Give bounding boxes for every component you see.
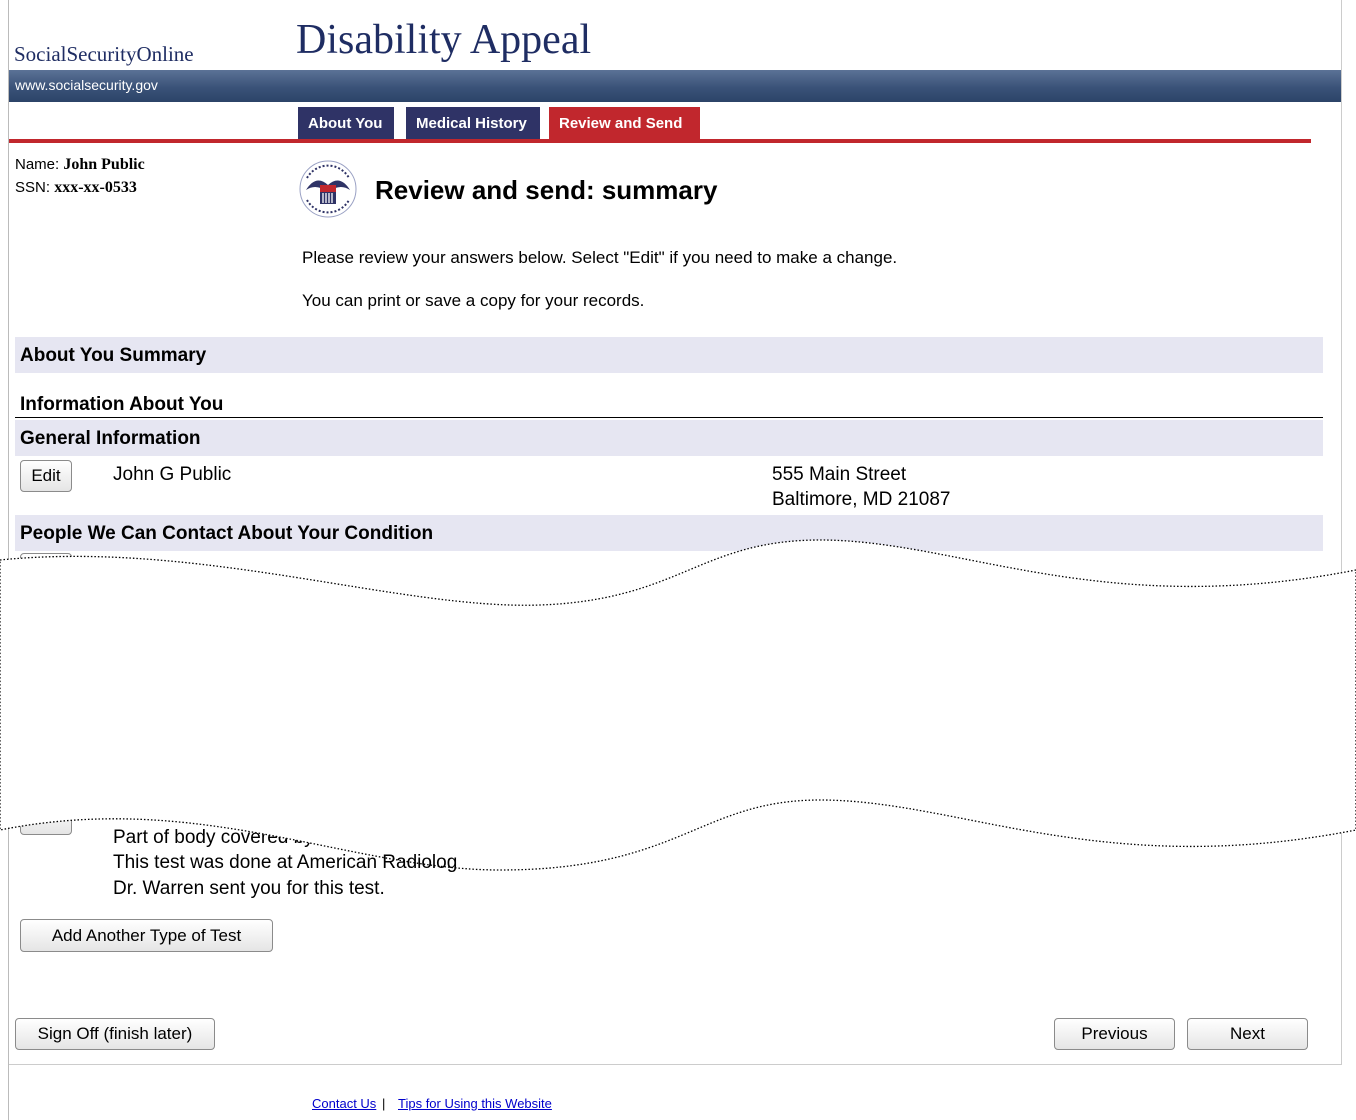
footer-separator: | bbox=[382, 1096, 386, 1111]
test-referral-line: Dr. Warren sent you for this test. bbox=[113, 878, 385, 899]
tab-underline bbox=[9, 139, 1311, 143]
address-line-2: Baltimore, MD 21087 bbox=[772, 489, 951, 510]
name-label: Name: bbox=[15, 156, 60, 173]
applicant-ssn: SSN: xxx-xx-0533 bbox=[15, 179, 137, 197]
site-brand[interactable]: SocialSecurityOnline bbox=[14, 42, 194, 67]
test-location-line: This test was done at American Radiolog bbox=[113, 852, 458, 873]
footer-divider bbox=[9, 1064, 1342, 1065]
tab-review-and-send[interactable]: Review and Send bbox=[549, 107, 700, 139]
site-url: www.socialsecurity.gov bbox=[15, 77, 158, 93]
section-band-about-you: About You Summary bbox=[15, 337, 1323, 373]
add-another-test-button[interactable]: Add Another Type of Test bbox=[20, 919, 273, 952]
tab-medical-history[interactable]: Medical History bbox=[406, 107, 540, 139]
address-line-1: 555 Main Street bbox=[772, 464, 907, 485]
instruction-review: Please review your answers below. Select… bbox=[302, 248, 898, 267]
tab-about-you[interactable]: About You bbox=[298, 107, 394, 139]
subsection-heading: Information About You bbox=[20, 394, 224, 415]
subsection-divider bbox=[15, 417, 1323, 418]
contact-us-link[interactable]: Contact Us bbox=[312, 1096, 376, 1111]
name-value: John Public bbox=[63, 156, 145, 173]
section-heading: About You Summary bbox=[20, 345, 207, 366]
ssa-seal-logo bbox=[299, 160, 357, 218]
previous-button[interactable]: Previous bbox=[1054, 1018, 1175, 1050]
app-title: Disability Appeal bbox=[296, 17, 592, 63]
general-info-band: General Information bbox=[15, 420, 1323, 456]
sign-off-button[interactable]: Sign Off (finish later) bbox=[15, 1018, 215, 1050]
torn-page-break bbox=[0, 539, 1356, 871]
edit-general-info-button[interactable]: Edit bbox=[20, 460, 72, 492]
general-info-heading: General Information bbox=[20, 428, 201, 449]
next-button[interactable]: Next bbox=[1187, 1018, 1308, 1050]
url-banner: www.socialsecurity.gov bbox=[9, 70, 1341, 102]
ssn-value: xxx-xx-0533 bbox=[54, 179, 137, 196]
instruction-print: You can print or save a copy for your re… bbox=[302, 291, 645, 310]
tips-link[interactable]: Tips for Using this Website bbox=[398, 1096, 552, 1111]
page-title: Review and send: summary bbox=[375, 175, 718, 205]
ssn-label: SSN: bbox=[15, 179, 51, 196]
person-full-name: John G Public bbox=[113, 464, 232, 485]
applicant-name: Name: John Public bbox=[15, 156, 145, 174]
